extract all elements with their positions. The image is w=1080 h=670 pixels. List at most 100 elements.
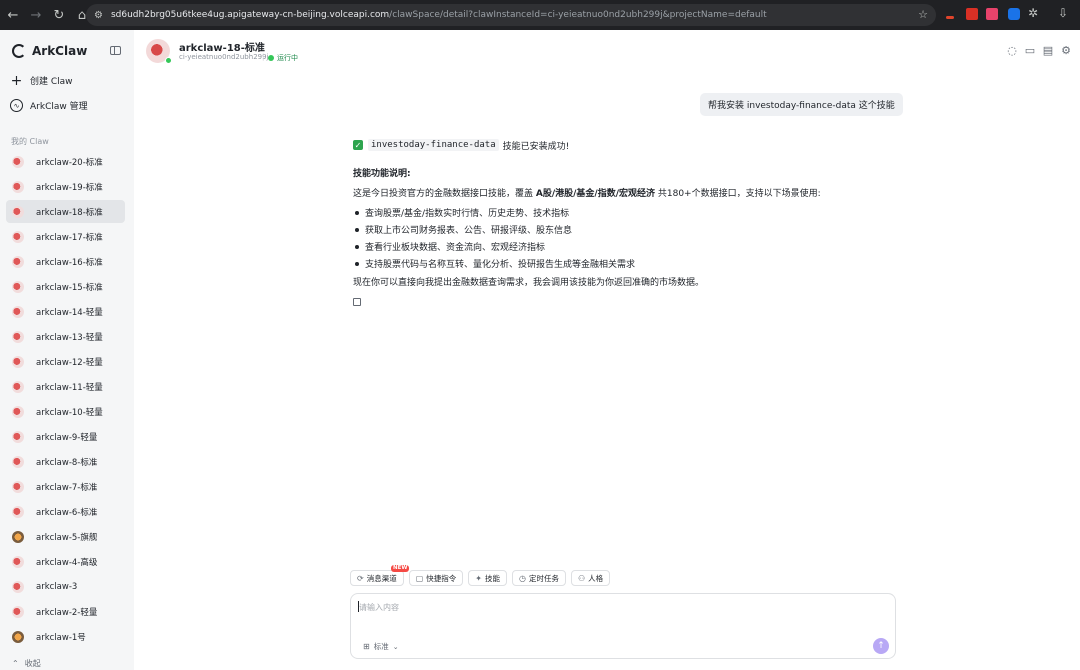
- reply-description: 这是今日投资官方的金融数据接口技能，覆盖 A股/港股/基金/指数/宏观经济 共1…: [353, 186, 873, 200]
- chat-icon[interactable]: ◌: [1006, 44, 1018, 57]
- composer-chips: ⟳ 消息渠道 NEW ▢ 快捷指令 ✦ 技能 ◷ 定时任务 ⚇ 人格: [350, 565, 615, 586]
- sidebar-item-label: arkclaw-3: [36, 581, 78, 592]
- avatar: [12, 605, 24, 618]
- back-icon[interactable]: ←: [3, 5, 23, 25]
- sidebar-item-claw[interactable]: arkclaw-10-轻量: [6, 400, 125, 423]
- model-selector[interactable]: ⊞ 标准 ⌄: [363, 641, 399, 652]
- chip-label: 消息渠道: [366, 573, 397, 583]
- sidebar-item-label: arkclaw-14-轻量: [36, 307, 103, 318]
- sidebar-item-label: arkclaw-11-轻量: [36, 382, 103, 393]
- gear-icon[interactable]: ⚙: [1060, 44, 1072, 57]
- pulse-icon: ∿: [10, 99, 23, 112]
- avatar: [12, 580, 24, 593]
- sidebar-item-claw[interactable]: arkclaw-12-轻量: [6, 350, 125, 373]
- chevron-up-icon: ⌃: [12, 659, 19, 668]
- message-input-box[interactable]: 请输入内容 ⊞ 标准 ⌄ ↑: [350, 593, 896, 659]
- model-label: 标准: [373, 642, 389, 651]
- monitor-icon[interactable]: ▭: [1024, 44, 1036, 57]
- skill-icon: ✦: [475, 573, 482, 583]
- sidebar-item-label: arkclaw-8-标准: [36, 457, 98, 468]
- extension-icon[interactable]: [966, 8, 978, 20]
- sidebar-item-label: arkclaw-20-标准: [36, 157, 103, 168]
- grid-icon: ⊞: [363, 642, 370, 651]
- sidebar-item-claw[interactable]: arkclaw-11-轻量: [6, 375, 125, 398]
- avatar: [12, 230, 24, 243]
- address-bar[interactable]: ⚙ sd6udh2brg05u6tkee4ug.apigateway-cn-be…: [86, 4, 936, 26]
- chip-label: 定时任务: [528, 573, 559, 583]
- extension-icon[interactable]: [1008, 8, 1020, 20]
- document-icon[interactable]: ▤: [1042, 44, 1054, 57]
- sidebar-item-claw[interactable]: arkclaw-13-轻量: [6, 325, 125, 348]
- sidebar-item-claw[interactable]: arkclaw-15-标准: [6, 275, 125, 298]
- browser-toolbar: ← → ↻ ⌂ ⚙ sd6udh2brg05u6tkee4ug.apigatew…: [0, 0, 1080, 30]
- channel-icon: ⟳: [357, 573, 364, 583]
- sidebar-item-label: arkclaw-9-轻量: [36, 432, 98, 443]
- arkclaw-logo-icon: [12, 44, 26, 58]
- reload-icon[interactable]: ↻: [49, 5, 69, 25]
- fold-label: 收起: [24, 659, 41, 668]
- skill-name-code: investoday-finance-data: [368, 139, 499, 151]
- sidebar-item-claw[interactable]: arkclaw-8-标准: [6, 450, 125, 473]
- list-item: 查看行业板块数据、资金流向、宏观经济指标: [353, 238, 873, 255]
- sidebar-item-claw[interactable]: arkclaw-3: [6, 575, 125, 598]
- section-label-my-claw: 我的 Claw: [11, 137, 49, 146]
- bookmark-star-icon[interactable]: ☆: [918, 8, 928, 21]
- sidebar: ArkClaw + 创建 Claw ∿ ArkClaw 管理 我的 Claw a…: [0, 30, 134, 670]
- avatar: [12, 630, 24, 643]
- chat-header: arkclaw-18-标准 ci-yeieatnuo0nd2ubh299j | …: [134, 30, 1080, 74]
- message-input-placeholder[interactable]: 请输入内容: [359, 602, 399, 613]
- sidebar-item-label: arkclaw-5-旗舰: [36, 532, 98, 543]
- sidebar-item-claw[interactable]: arkclaw-1号: [6, 625, 125, 648]
- divider: |: [262, 53, 265, 61]
- send-button[interactable]: ↑: [873, 638, 889, 654]
- sidebar-item-claw[interactable]: arkclaw-9-轻量: [6, 425, 125, 448]
- arkclaw-manage-label: ArkClaw 管理: [30, 102, 88, 112]
- extensions-puzzle-icon[interactable]: ✲: [1028, 6, 1038, 20]
- desc-suffix: 共180+个数据接口，支持以下场景使用:: [655, 189, 821, 199]
- sidebar-item-label: arkclaw-19-标准: [36, 182, 103, 193]
- chip-message-channel[interactable]: ⟳ 消息渠道 NEW: [350, 565, 410, 586]
- sidebar-item-claw[interactable]: arkclaw-19-标准: [6, 175, 125, 198]
- sidebar-item-claw[interactable]: arkclaw-20-标准: [6, 150, 125, 173]
- arkclaw-manage-button[interactable]: ∿ ArkClaw 管理: [10, 99, 88, 112]
- sidebar-item-claw[interactable]: arkclaw-16-标准: [6, 250, 125, 273]
- extension-icon[interactable]: [986, 8, 998, 20]
- persona-icon: ⚇: [577, 573, 586, 583]
- sidebar-item-claw[interactable]: arkclaw-6-标准: [6, 500, 125, 523]
- chip-skill[interactable]: ✦ 技能: [468, 570, 507, 586]
- sidebar-item-label: arkclaw-10-轻量: [36, 407, 103, 418]
- download-icon[interactable]: ⇩: [1058, 6, 1068, 20]
- copy-icon[interactable]: [353, 298, 361, 306]
- sidebar-item-claw[interactable]: arkclaw-14-轻量: [6, 300, 125, 323]
- sidebar-item-label: arkclaw-1号: [36, 632, 86, 643]
- avatar: [12, 455, 24, 468]
- chip-scheduled-task[interactable]: ◷ 定时任务: [511, 570, 566, 586]
- extension-icon[interactable]: [946, 16, 954, 19]
- sidebar-item-claw[interactable]: arkclaw-4-高级: [6, 550, 125, 573]
- chip-persona[interactable]: ⚇ 人格: [570, 570, 611, 586]
- sidebar-item-claw[interactable]: arkclaw-18-标准: [6, 200, 125, 223]
- sidebar-item-label: arkclaw-12-轻量: [36, 357, 103, 368]
- fold-button[interactable]: ⌃ 收起: [12, 658, 41, 669]
- site-settings-icon[interactable]: ⚙: [94, 10, 103, 21]
- avatar: [12, 155, 24, 168]
- chevron-down-icon: ⌄: [392, 642, 399, 651]
- success-text: 技能已安装成功!: [502, 141, 570, 152]
- sidebar-item-claw[interactable]: arkclaw-7-标准: [6, 475, 125, 498]
- list-item: 支持股票代码与名称互转、量化分析、投研报告生成等金融相关需求: [353, 255, 873, 272]
- sidebar-item-claw[interactable]: arkclaw-2-轻量: [6, 600, 125, 623]
- avatar: [12, 330, 24, 343]
- sidebar-item-label: arkclaw-6-标准: [36, 507, 98, 518]
- sidebar-toggle-icon[interactable]: [110, 46, 121, 55]
- sidebar-item-label: arkclaw-18-标准: [36, 207, 103, 218]
- forward-icon[interactable]: →: [26, 5, 46, 25]
- create-claw-button[interactable]: + 创建 Claw: [10, 73, 73, 89]
- sidebar-item-claw[interactable]: arkclaw-5-旗舰: [6, 525, 125, 548]
- sidebar-item-label: arkclaw-2-轻量: [36, 607, 98, 618]
- status-badge: 运行中: [268, 53, 298, 63]
- chip-label: 技能: [484, 573, 500, 583]
- chip-shortcut[interactable]: ▢ 快捷指令: [408, 570, 464, 586]
- sidebar-item-claw[interactable]: arkclaw-17-标准: [6, 225, 125, 248]
- avatar: [12, 380, 24, 393]
- chip-label: 快捷指令: [426, 573, 457, 583]
